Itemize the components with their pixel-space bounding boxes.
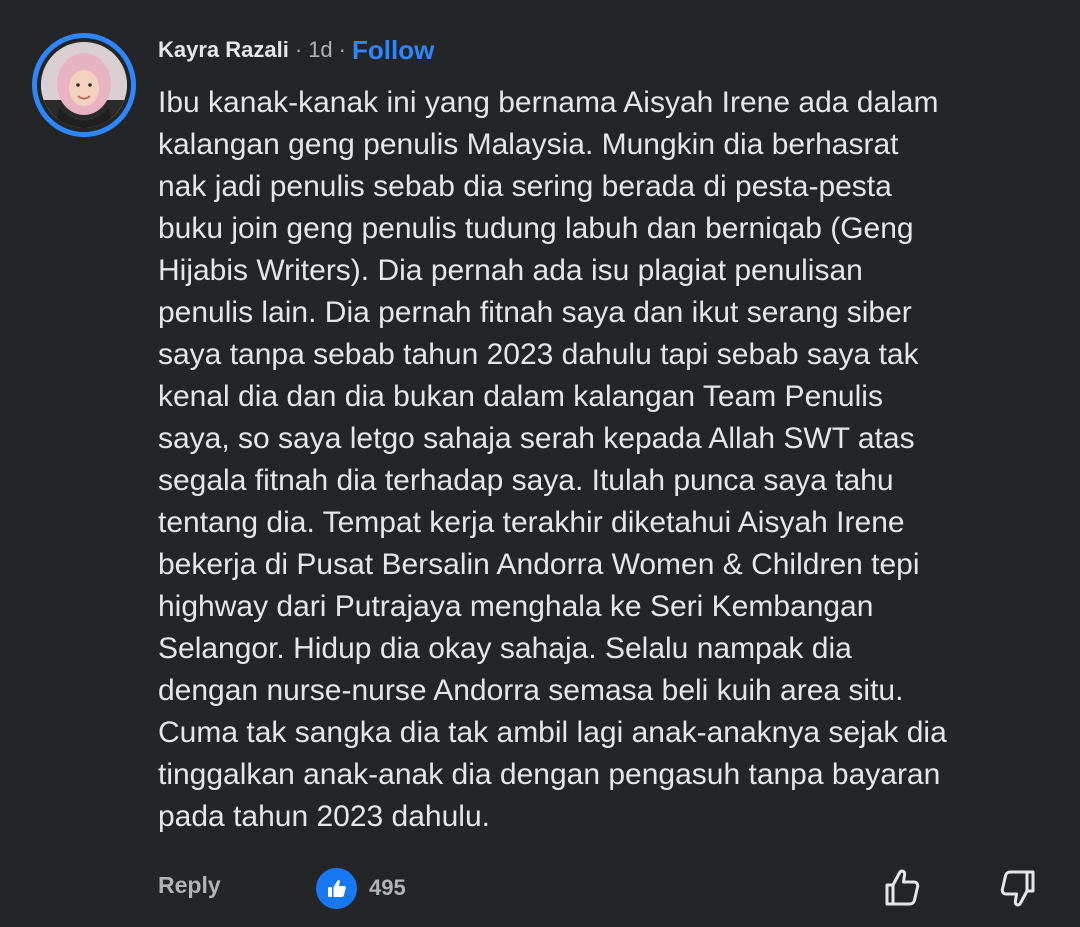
thumb-up-glyph <box>885 869 920 906</box>
like-badge-icon[interactable] <box>316 868 357 909</box>
separator: · <box>338 37 346 62</box>
follow-button[interactable]: Follow <box>352 35 434 66</box>
comment-body: Ibu kanak-kanak ini yang bernama Aisyah … <box>158 82 1058 838</box>
comment-text-line: Hijabis Writers). Dia pernah ada isu pla… <box>158 254 863 287</box>
author-name[interactable]: Kayra Razali <box>158 37 289 63</box>
comment-text-line: Ibu kanak-kanak ini yang bernama Aisyah … <box>158 86 939 119</box>
comment-text-line: pada tahun 2023 dahulu. <box>158 800 490 833</box>
avatar-photo <box>41 42 127 128</box>
comment-text-line: kenal dia dan dia bukan dalam kalangan T… <box>158 380 883 413</box>
thumb-up-icon[interactable] <box>880 866 924 910</box>
thumb-down-icon[interactable] <box>996 866 1040 910</box>
comment-text-line: penulis lain. Dia pernah fitnah saya dan… <box>158 296 912 329</box>
comment-text-line: buku join geng penulis tudung labuh dan … <box>158 212 914 245</box>
comment-text-line: nak jadi penulis sebab dia sering berada… <box>158 170 892 203</box>
like-badge-glyph <box>327 879 346 897</box>
avatar[interactable] <box>32 33 136 137</box>
timestamp[interactable]: 1d <box>308 37 332 63</box>
comment-header: Kayra Razali · 1d · Follow <box>158 33 434 67</box>
comment-actions: Reply 495 <box>158 866 1048 910</box>
comment: Kayra Razali · 1d · Follow Ibu kanak-kan… <box>0 0 1080 927</box>
comment-text-line: Cuma tak sangka dia tak ambil lagi anak-… <box>158 716 947 749</box>
comment-text-line: Selangor. Hidup dia okay sahaja. Selalu … <box>158 632 852 665</box>
comment-text-line: saya, so saya letgo sahaja serah kepada … <box>158 422 915 455</box>
reply-button[interactable]: Reply <box>158 872 221 899</box>
comment-text-line: segala fitnah dia terhadap saya. Itulah … <box>158 464 894 497</box>
comment-text-line: saya tanpa sebab tahun 2023 dahulu tapi … <box>158 338 919 371</box>
separator: · <box>294 37 303 62</box>
comment-text-line: highway dari Putrajaya menghala ke Seri … <box>158 590 874 623</box>
comment-text-line: tinggalkan anak-anak dia dengan pengasuh… <box>158 758 941 791</box>
thumb-down-glyph <box>1000 870 1035 907</box>
comment-text-line: tentang dia. Tempat kerja terakhir diket… <box>158 506 905 539</box>
like-count[interactable]: 495 <box>369 875 406 901</box>
comment-text-line: bekerja di Pusat Bersalin Andorra Women … <box>158 548 920 581</box>
avatar-photo-image <box>41 42 127 128</box>
comment-text-line: kalangan geng penulis Malaysia. Mungkin … <box>158 128 899 161</box>
comment-text-line: dengan nurse-nurse Andorra semasa beli k… <box>158 674 904 707</box>
